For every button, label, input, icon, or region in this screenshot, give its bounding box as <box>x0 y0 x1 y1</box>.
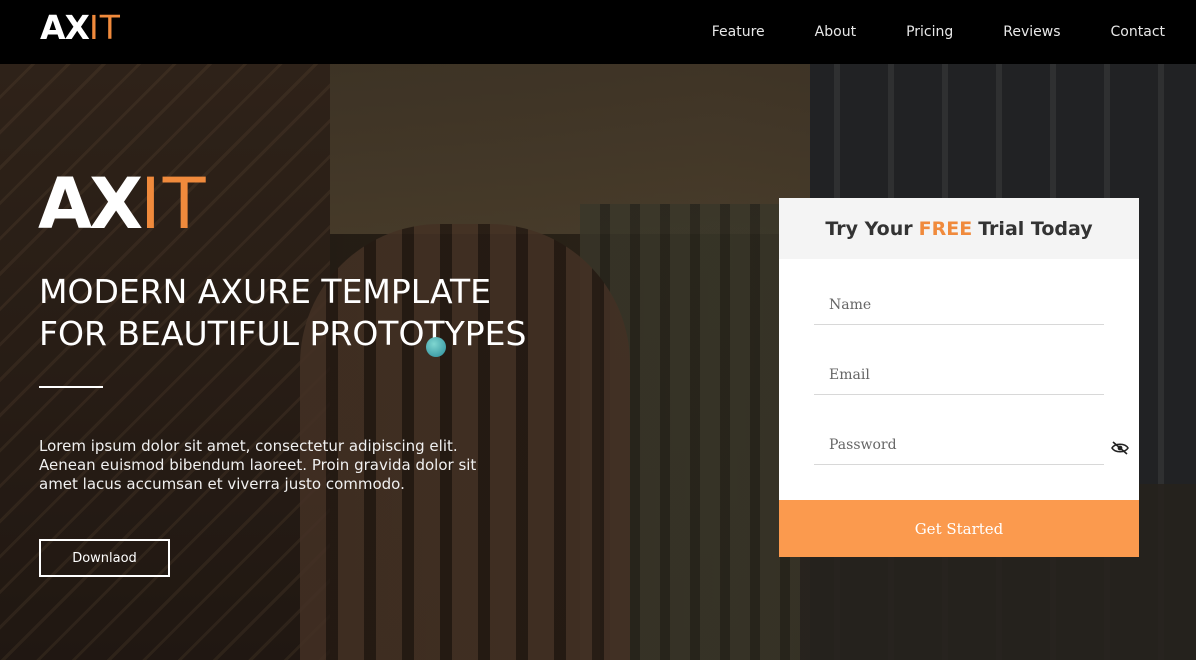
trial-title-prefix: Try Your <box>825 217 913 240</box>
logo-it-text: IT <box>88 8 121 47</box>
hero-headline: MODERN AXURE TEMPLATE FOR BEAUTIFUL PROT… <box>39 271 599 355</box>
password-field-wrapper <box>814 425 1104 465</box>
name-input[interactable] <box>814 285 1104 324</box>
cursor-dot <box>426 337 446 357</box>
nav-item-contact[interactable]: Contact <box>1111 24 1165 40</box>
trial-title-suffix: Trial Today <box>978 217 1093 240</box>
password-input[interactable] <box>814 425 1104 464</box>
nav-item-reviews[interactable]: Reviews <box>1003 24 1060 40</box>
name-field-wrapper <box>814 285 1104 325</box>
header-logo[interactable]: AXIT <box>40 10 121 46</box>
hero-logo-ax: AX <box>38 163 143 245</box>
hero-logo-it: IT <box>140 163 208 245</box>
logo-ax-text: AX <box>40 8 90 47</box>
trial-signup-card: Try Your FREE Trial Today Get Started <box>779 198 1139 557</box>
email-input[interactable] <box>814 355 1104 394</box>
hero-headline-line2: FOR BEAUTIFUL PROTOTYPES <box>39 314 527 353</box>
nav-item-pricing[interactable]: Pricing <box>906 24 953 40</box>
eye-off-icon[interactable] <box>1110 441 1130 455</box>
main-nav: Feature About Pricing Reviews Contact <box>712 0 1165 64</box>
nav-item-about[interactable]: About <box>815 24 856 40</box>
nav-item-feature[interactable]: Feature <box>712 24 765 40</box>
top-navbar: AXIT Feature About Pricing Reviews Conta… <box>0 0 1196 64</box>
hero-logo: AXIT <box>38 166 208 242</box>
trial-card-title: Try Your FREE Trial Today <box>779 198 1139 259</box>
hero-headline-line1: MODERN AXURE TEMPLATE <box>39 272 491 311</box>
trial-title-free: FREE <box>918 217 973 240</box>
download-button[interactable]: Downlaod <box>39 539 170 577</box>
get-started-button[interactable]: Get Started <box>779 500 1139 557</box>
hero-divider <box>39 386 103 388</box>
email-field-wrapper <box>814 355 1104 395</box>
hero-description: Lorem ipsum dolor sit amet, consectetur … <box>39 437 477 493</box>
